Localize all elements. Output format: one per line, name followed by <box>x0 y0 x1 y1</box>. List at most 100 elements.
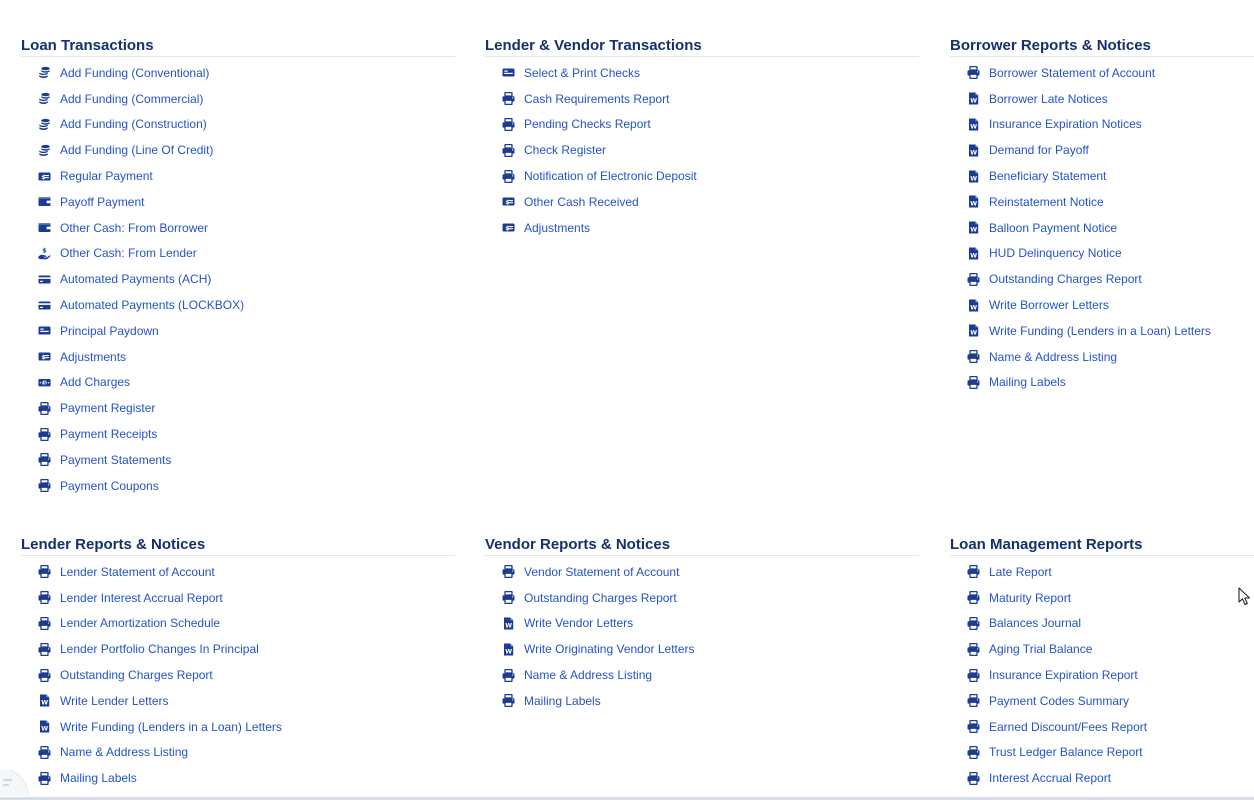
menu-link[interactable]: W Demand for Payoff <box>967 137 1254 163</box>
printer-icon <box>967 694 980 708</box>
printer-icon <box>502 92 515 106</box>
menu-link-label: Add Charges <box>60 375 131 390</box>
hand-dollar-icon: $ <box>38 247 51 260</box>
printer-icon <box>967 375 980 389</box>
menu-link[interactable]: $ Regular Payment <box>38 163 455 189</box>
menu-link[interactable]: W Beneficiary Statement <box>967 163 1254 189</box>
menu-link[interactable]: Other Cash: From Borrower <box>38 215 455 241</box>
menu-link-label: Outstanding Charges Report <box>524 590 677 605</box>
word-document-icon: W <box>967 247 980 260</box>
menu-link[interactable]: W HUD Delinquency Notice <box>967 241 1254 267</box>
menu-link[interactable]: Late Report <box>967 559 1254 585</box>
menu-link[interactable]: Payment Statements <box>38 447 455 473</box>
menu-link[interactable]: Check Register <box>502 137 919 163</box>
svg-text:W: W <box>970 304 977 311</box>
menu-link[interactable]: Principal Paydown <box>38 318 455 344</box>
menu-link[interactable]: Name & Address Listing <box>502 662 919 688</box>
menu-link[interactable]: W Borrower Late Notices <box>967 86 1254 112</box>
printer-icon <box>502 694 515 708</box>
menu-link-label: Borrower Statement of Account <box>989 65 1156 80</box>
money-bill-icon: $ <box>38 376 51 389</box>
menu-link[interactable]: Earned Discount/Fees Report <box>967 714 1254 740</box>
section-lender-vendor-transactions: Lender & Vendor Transactions Select & Pr… <box>485 37 919 241</box>
menu-link[interactable]: Add Funding (Line Of Credit) <box>38 137 455 163</box>
menu-link[interactable]: W Write Funding (Lenders in a Loan) Lette… <box>38 714 455 740</box>
menu-link[interactable]: Vendor Statement of Account <box>502 559 919 585</box>
menu-link[interactable]: Lender Interest Accrual Report <box>38 585 455 611</box>
menu-link[interactable]: Cash Requirements Report <box>502 86 919 112</box>
section-item-list: Add Funding (Conventional) Add Funding (C… <box>21 60 455 499</box>
menu-link[interactable]: Payment Codes Summary <box>967 688 1254 714</box>
menu-link[interactable]: Outstanding Charges Report <box>38 662 455 688</box>
menu-link[interactable]: Pending Checks Report <box>502 112 919 138</box>
menu-link-label: Beneficiary Statement <box>989 169 1107 184</box>
menu-link[interactable]: Mailing Labels <box>502 688 919 714</box>
menu-link-label: Vendor Statement of Account <box>524 564 680 579</box>
menu-link-label: Payment Receipts <box>60 427 158 442</box>
menu-link[interactable]: Payoff Payment <box>38 189 455 215</box>
menu-link[interactable]: W Balloon Payment Notice <box>967 215 1254 241</box>
menu-link[interactable]: Add Funding (Commercial) <box>38 86 455 112</box>
menu-link[interactable]: Balances Journal <box>967 611 1254 637</box>
svg-text:W: W <box>970 175 977 182</box>
menu-link[interactable]: W Write Lender Letters <box>38 688 455 714</box>
menu-link[interactable]: Aging Trial Balance <box>967 636 1254 662</box>
menu-link[interactable]: Name & Address Listing <box>967 344 1254 370</box>
menu-link[interactable]: Lender Portfolio Changes In Principal <box>38 636 455 662</box>
menu-link[interactable]: $ Adjustments <box>38 344 455 370</box>
menu-link[interactable]: W Reinstatement Notice <box>967 189 1254 215</box>
menu-link[interactable]: Payment Coupons <box>38 473 455 499</box>
svg-text:W: W <box>970 149 977 156</box>
menu-link[interactable]: Lender Statement of Account <box>38 559 455 585</box>
menu-link[interactable]: $ Add Charges <box>38 370 455 396</box>
menu-link[interactable]: Outstanding Charges Report <box>502 585 919 611</box>
menu-link[interactable]: Interest Accrual Report <box>967 765 1254 791</box>
menu-link[interactable]: W Write Vendor Letters <box>502 611 919 637</box>
menu-link-label: Outstanding Charges Report <box>60 668 213 683</box>
menu-link-label: Cash Requirements Report <box>524 91 670 106</box>
menu-link[interactable]: Payment Register <box>38 395 455 421</box>
menu-link[interactable]: Maturity Report <box>967 585 1254 611</box>
menu-link-label: Write Borrower Letters <box>989 298 1109 313</box>
menu-link-label: Write Vendor Letters <box>524 616 634 631</box>
menu-link[interactable]: $ Other Cash: From Lender <box>38 241 455 267</box>
money-card-icon: $ <box>502 195 515 208</box>
printer-icon <box>38 616 51 630</box>
menu-link[interactable]: W Write Originating Vendor Letters <box>502 636 919 662</box>
printer-icon <box>38 745 51 759</box>
menu-link[interactable]: Name & Address Listing <box>38 740 455 766</box>
menu-link[interactable]: $ Other Cash Received <box>502 189 919 215</box>
printer-icon <box>502 117 515 131</box>
menu-link[interactable]: Automated Payments (LOCKBOX) <box>38 292 455 318</box>
menu-link[interactable]: Borrower Statement of Account <box>967 60 1254 86</box>
menu-link-label: Demand for Payoff <box>989 143 1089 158</box>
word-document-icon: W <box>38 720 51 733</box>
menu-link[interactable]: Insurance Expiration Report <box>967 662 1254 688</box>
menu-link[interactable]: Add Funding (Conventional) <box>38 60 455 86</box>
menu-link-label: Name & Address Listing <box>989 349 1118 364</box>
word-document-icon: W <box>967 299 980 312</box>
menu-link[interactable]: Outstanding Charges Report <box>967 266 1254 292</box>
menu-link[interactable]: Select & Print Checks <box>502 60 919 86</box>
menu-link[interactable]: W Write Funding (Lenders in a Loan) Lette… <box>967 318 1254 344</box>
printer-icon <box>502 143 515 157</box>
menu-link-label: Adjustments <box>524 220 591 235</box>
section-loan-management-reports: Loan Management Reports Late Report Matur… <box>950 536 1254 791</box>
menu-link[interactable]: Automated Payments (ACH) <box>38 266 455 292</box>
menu-link[interactable]: Trust Ledger Balance Report <box>967 740 1254 766</box>
menu-link[interactable]: W Insurance Expiration Notices <box>967 112 1254 138</box>
menu-link[interactable]: Mailing Labels <box>38 765 455 791</box>
menu-link-label: Balloon Payment Notice <box>989 220 1118 235</box>
menu-link[interactable]: Add Funding (Construction) <box>38 112 455 138</box>
menu-link-label: Automated Payments (LOCKBOX) <box>60 298 245 313</box>
menu-link[interactable]: W Write Borrower Letters <box>967 292 1254 318</box>
printer-icon <box>967 272 980 286</box>
printer-icon <box>967 720 980 734</box>
menu-link[interactable]: Mailing Labels <box>967 370 1254 396</box>
printer-icon <box>967 565 980 579</box>
menu-link[interactable]: Notification of Electronic Deposit <box>502 163 919 189</box>
menu-link[interactable]: Payment Receipts <box>38 421 455 447</box>
printer-icon <box>967 591 980 605</box>
menu-link[interactable]: Lender Amortization Schedule <box>38 611 455 637</box>
menu-link[interactable]: $ Adjustments <box>502 215 919 241</box>
